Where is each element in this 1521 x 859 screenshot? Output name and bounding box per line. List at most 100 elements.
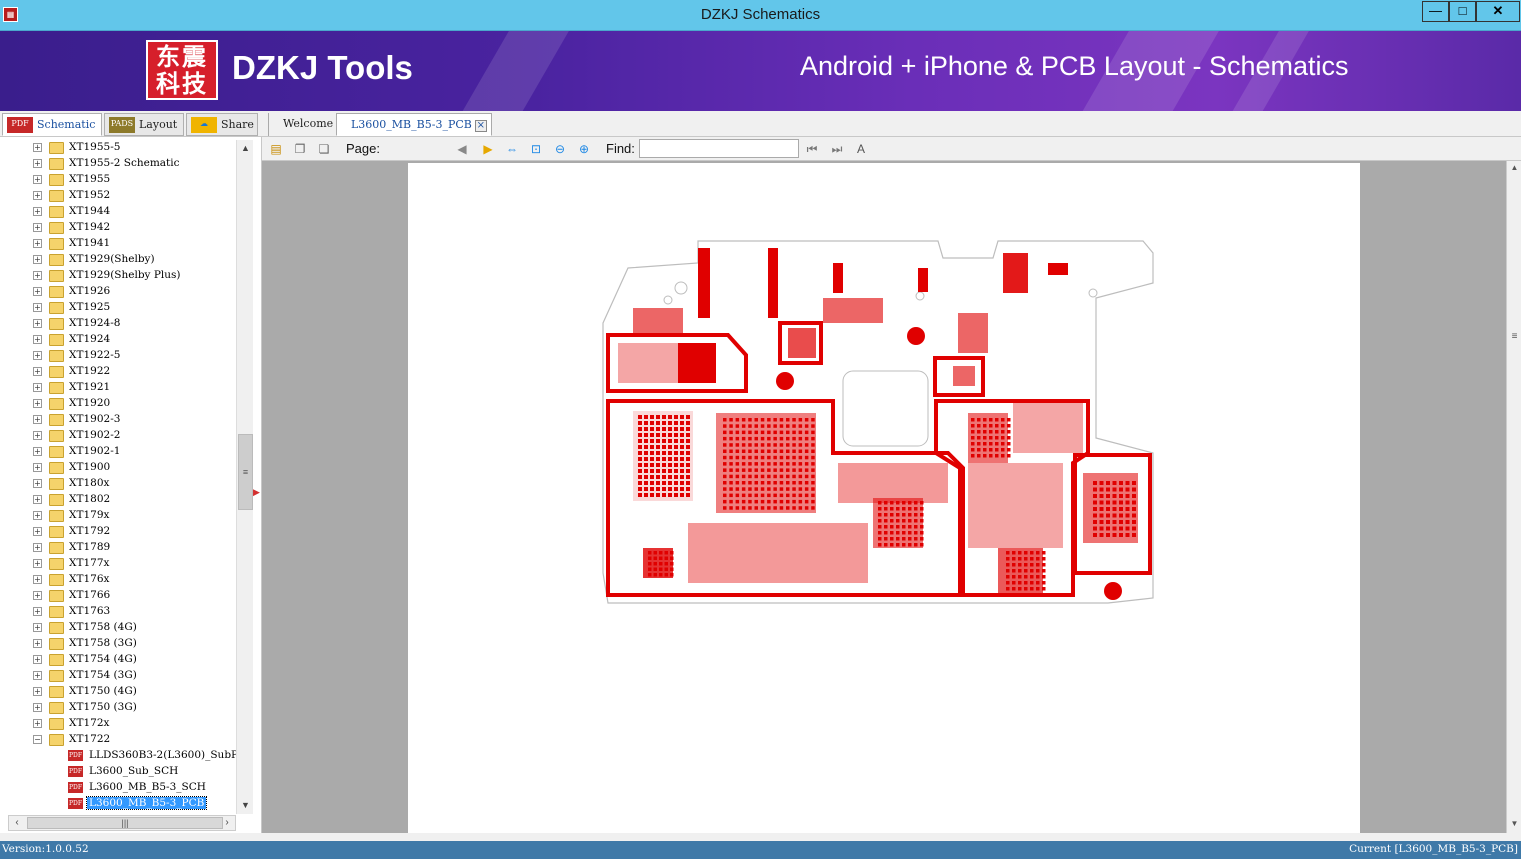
expand-icon[interactable]: + (33, 671, 42, 680)
scroll-down-icon[interactable]: ▼ (1507, 819, 1521, 833)
scroll-thumb[interactable]: ≡ (1509, 331, 1520, 342)
pcb-pad (811, 418, 815, 422)
expand-icon[interactable]: + (33, 511, 42, 520)
scroll-thumb[interactable]: ||| (27, 817, 223, 829)
expand-icon[interactable]: + (33, 143, 42, 152)
zoom-out-icon[interactable]: ⊖ (551, 140, 569, 158)
expand-icon[interactable]: + (33, 543, 42, 552)
expand-icon[interactable]: + (33, 175, 42, 184)
fit-width-icon[interactable]: ⇔ (503, 140, 521, 158)
expand-icon[interactable]: + (33, 335, 42, 344)
pcb-pad (668, 481, 672, 485)
maximize-button[interactable]: □ (1449, 1, 1476, 22)
pcb-pad (773, 462, 777, 466)
pcb-pad (798, 455, 803, 460)
tree-vertical-scrollbar[interactable]: ▲ ≡ ▼ (236, 140, 253, 814)
expand-icon[interactable]: + (33, 463, 42, 472)
fit-page-icon[interactable]: ⊡ (527, 140, 545, 158)
pcb-pad (1012, 575, 1016, 579)
tab-close-icon[interactable]: × (474, 120, 487, 132)
expand-icon[interactable]: + (33, 655, 42, 664)
expand-icon[interactable]: + (33, 255, 42, 264)
expand-icon[interactable]: + (33, 495, 42, 504)
pcb-pad (659, 567, 663, 571)
expand-icon[interactable]: + (33, 287, 42, 296)
expand-icon[interactable]: + (33, 207, 42, 216)
pcb-pad (729, 468, 733, 472)
expand-icon[interactable]: + (33, 687, 42, 696)
scroll-up-icon[interactable]: ▲ (1507, 163, 1521, 177)
document-viewer[interactable] (262, 161, 1506, 833)
expand-icon[interactable]: + (33, 223, 42, 232)
pcb-pad (779, 499, 784, 504)
expand-icon[interactable]: + (33, 719, 42, 728)
pcb-pad (804, 424, 809, 428)
folder-icon (49, 638, 64, 650)
scroll-thumb[interactable]: ≡ (238, 434, 253, 510)
collapse-icon[interactable]: − (33, 735, 42, 744)
expand-icon[interactable]: + (33, 607, 42, 616)
pcb-pad (735, 443, 740, 447)
expand-icon[interactable]: + (33, 415, 42, 424)
expand-icon[interactable]: + (33, 383, 42, 392)
pcb-pad (1125, 520, 1130, 524)
pcb-pad (686, 439, 690, 443)
pcb-pad (668, 451, 672, 455)
expand-icon[interactable]: + (33, 159, 42, 168)
copy-page-icon[interactable]: ❐ (291, 140, 309, 158)
zoom-in-icon[interactable]: ⊕ (575, 140, 593, 158)
expand-icon[interactable]: + (33, 399, 42, 408)
next-page-icon[interactable]: ▶ (479, 140, 497, 158)
expand-icon[interactable]: + (33, 191, 42, 200)
current-file-text: Current [L3600_MB_B5-3_PCB] (1349, 843, 1518, 855)
expand-icon[interactable]: + (33, 623, 42, 632)
pcb-pad (644, 445, 648, 449)
find-input[interactable] (639, 139, 799, 158)
tab-layout[interactable]: PADS Layout (104, 113, 184, 136)
close-button[interactable]: ✕ (1476, 1, 1520, 22)
pcb-pad (1106, 500, 1110, 505)
scroll-left-icon[interactable]: ‹ (9, 816, 25, 830)
viewer-vertical-scrollbar[interactable]: ▲ ≡ ▼ (1506, 161, 1521, 833)
expand-icon[interactable]: + (33, 271, 42, 280)
pcb-pad (971, 442, 975, 446)
find-next-icon[interactable]: ⏭ (828, 140, 846, 158)
expand-icon[interactable]: + (33, 639, 42, 648)
paste-page-icon[interactable]: ❏ (315, 140, 333, 158)
scroll-down-icon[interactable]: ▼ (237, 797, 254, 814)
folder-icon (49, 398, 64, 410)
expand-icon[interactable]: + (33, 431, 42, 440)
open-document-icon[interactable]: ▤ (267, 140, 285, 158)
tab-share[interactable]: ☁ Share (186, 113, 258, 136)
pcb-pad (798, 424, 803, 428)
pcb-pad (723, 499, 727, 504)
pcb-pad (741, 436, 746, 441)
highlight-text-icon[interactable]: A (852, 140, 870, 158)
pcb-pad (902, 507, 906, 511)
minimize-button[interactable]: — (1422, 1, 1449, 22)
pcb-pad (1132, 487, 1136, 492)
previous-page-icon[interactable]: ◀ (453, 140, 471, 158)
expand-icon[interactable]: + (33, 591, 42, 600)
expand-icon[interactable]: + (33, 351, 42, 360)
panel-collapse-icon[interactable]: ▶ (253, 487, 261, 501)
expand-icon[interactable]: + (33, 703, 42, 712)
expand-icon[interactable]: + (33, 367, 42, 376)
scroll-right-icon[interactable]: › (219, 816, 235, 830)
tree-horizontal-scrollbar[interactable]: ‹ ||| › (8, 815, 236, 831)
pcb-pad (686, 487, 690, 491)
tree-folder-label: XT1902-2 (69, 429, 121, 441)
find-previous-icon[interactable]: ⏮ (803, 140, 821, 158)
expand-icon[interactable]: + (33, 527, 42, 536)
expand-icon[interactable]: + (33, 479, 42, 488)
expand-icon[interactable]: + (33, 575, 42, 584)
scroll-up-icon[interactable]: ▲ (237, 140, 254, 157)
expand-icon[interactable]: + (33, 303, 42, 312)
tab-schematic[interactable]: PDF Schematic (2, 113, 102, 136)
expand-icon[interactable]: + (33, 239, 42, 248)
expand-icon[interactable]: + (33, 319, 42, 328)
doc-tab-pcb[interactable]: L3600_MB_B5-3_PCB × (336, 113, 492, 136)
pcb-pad (920, 519, 924, 523)
expand-icon[interactable]: + (33, 559, 42, 568)
expand-icon[interactable]: + (33, 447, 42, 456)
